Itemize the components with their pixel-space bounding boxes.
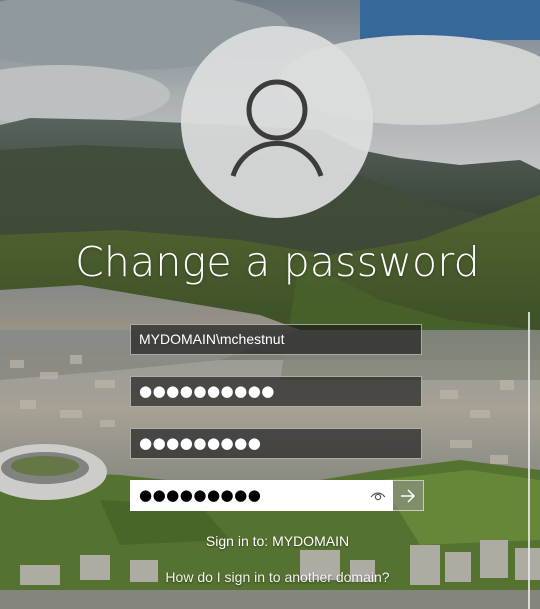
submit-button[interactable] bbox=[393, 480, 424, 511]
old-password-field[interactable]: ●●●●●●●●●● bbox=[130, 376, 422, 407]
confirm-password-field[interactable]: ●●●●●●●●● bbox=[130, 480, 393, 511]
old-password-mask: ●●●●●●●●●● bbox=[139, 382, 275, 400]
confirm-password-mask: ●●●●●●●●● bbox=[139, 486, 262, 504]
scrollbar[interactable] bbox=[528, 312, 530, 609]
user-icon bbox=[230, 79, 324, 177]
new-password-field[interactable]: ●●●●●●●●● bbox=[130, 428, 422, 459]
new-password-mask: ●●●●●●●●● bbox=[139, 434, 262, 452]
arrow-right-icon bbox=[401, 489, 416, 503]
user-avatar bbox=[181, 26, 373, 218]
eye-icon[interactable] bbox=[370, 489, 386, 503]
username-field[interactable]: MYDOMAIN\mchestnut bbox=[130, 324, 422, 355]
page-title: Change a password bbox=[75, 238, 480, 286]
other-domain-help-link[interactable]: How do I sign in to another domain? bbox=[0, 569, 540, 585]
username-value: MYDOMAIN\mchestnut bbox=[139, 331, 285, 347]
sign-in-domain-text: Sign in to: MYDOMAIN bbox=[205, 533, 350, 549]
